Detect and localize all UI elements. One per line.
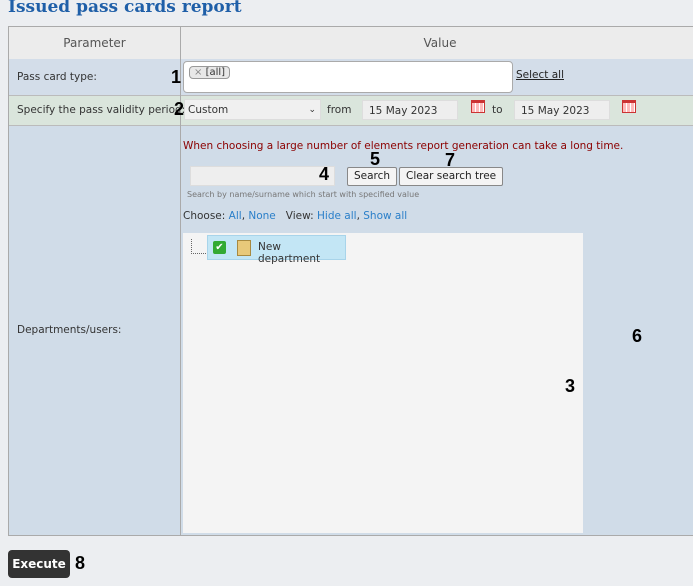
validity-period-label: Specify the pass validity period: (17, 104, 186, 116)
calendar-icon[interactable] (471, 100, 485, 113)
choose-none-link[interactable]: None (248, 210, 275, 222)
to-date-input[interactable]: 15 May 2023 (514, 100, 610, 120)
annotation-8: 8 (75, 553, 86, 573)
search-input[interactable] (190, 166, 335, 186)
period-selected-value: Custom (188, 104, 229, 116)
hide-all-link[interactable]: Hide all (317, 210, 357, 222)
pass-card-type-label: Pass card type: (17, 71, 97, 83)
tree-node[interactable]: ✔ New department (207, 235, 346, 265)
select-all-link[interactable]: Select all (516, 69, 564, 81)
chevron-down-icon: ⌄ (308, 105, 316, 115)
view-label: View: (285, 210, 314, 222)
annotation-6: 6 (632, 326, 643, 346)
pass-card-type-input[interactable]: × [all] (183, 61, 513, 93)
validity-period-row: Specify the pass validity period: Custom… (9, 96, 693, 126)
annotation-7: 7 (445, 150, 456, 170)
department-tree[interactable]: ✔ New department (183, 233, 583, 533)
tag-label: [all] (205, 67, 226, 78)
pass-card-type-row: Pass card type: × [all] Select all (9, 59, 693, 96)
value-column-header: Value (181, 27, 693, 60)
execute-button[interactable]: Execute (8, 550, 70, 578)
report-parameters-table: Parameter Value Pass card type: × [all] … (8, 26, 693, 536)
folder-icon (237, 240, 251, 256)
annotation-1: 1 (171, 67, 182, 87)
checkbox-checked-icon[interactable]: ✔ (213, 241, 226, 254)
to-label: to (492, 104, 503, 116)
page-title: Issued pass cards report (8, 0, 242, 17)
from-date-input[interactable]: 15 May 2023 (362, 100, 458, 120)
choose-all-link[interactable]: All (229, 210, 242, 222)
annotation-3: 3 (565, 376, 576, 396)
parameter-column-header: Parameter (9, 27, 180, 60)
warning-text: When choosing a large number of elements… (183, 140, 624, 152)
tree-node-label: New department (258, 241, 321, 265)
calendar-icon[interactable] (622, 100, 636, 113)
pass-card-tag: × [all] (189, 66, 231, 79)
annotation-4: 4 (319, 164, 330, 184)
annotation-5: 5 (370, 149, 381, 169)
search-hint: Search by name/surname which start with … (187, 190, 420, 199)
show-all-link[interactable]: Show all (363, 210, 407, 222)
choose-label: Choose: (183, 210, 226, 222)
from-label: from (327, 104, 352, 116)
departments-label: Departments/users: (17, 324, 122, 336)
tree-controls: Choose: All, None View: Hide all, Show a… (183, 210, 408, 222)
annotation-2: 2 (174, 99, 185, 119)
period-select[interactable]: Custom ⌄ (184, 99, 321, 120)
remove-tag-icon[interactable]: × (194, 67, 202, 78)
tree-expander-icon[interactable] (191, 239, 206, 254)
